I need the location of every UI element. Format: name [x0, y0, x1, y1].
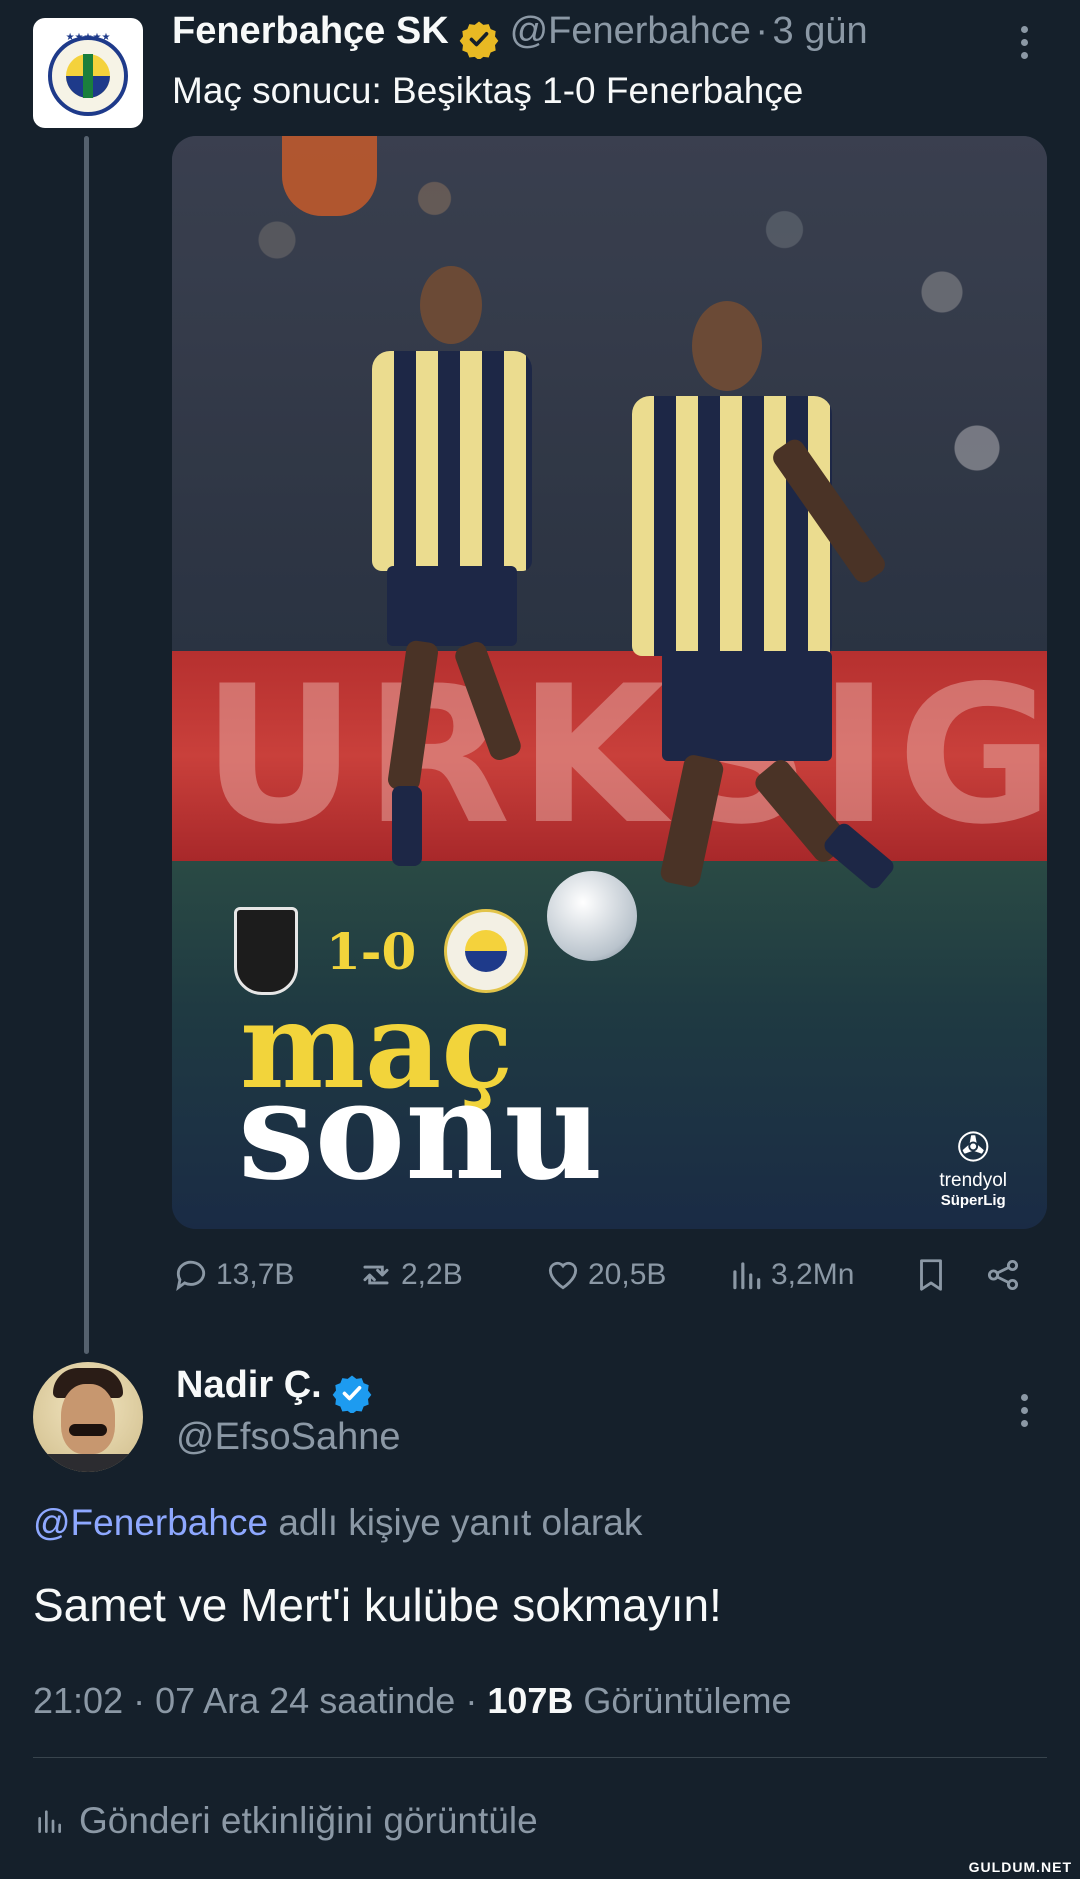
trendyol-mark-icon: ✇: [956, 1126, 990, 1170]
league-line1: trendyol: [939, 1170, 1007, 1191]
replying-to-line: @Fenerbahce adlı kişiye yanıt olarak: [33, 1502, 642, 1544]
league-line2: SüperLig: [940, 1192, 1006, 1209]
reply-author-name[interactable]: Nadir Ç.: [176, 1364, 322, 1406]
retweet-icon: [363, 1265, 389, 1285]
reply-views-label: Görüntüleme: [583, 1680, 792, 1721]
bookmark-icon: [920, 1259, 942, 1291]
bookmark-action[interactable]: [912, 1256, 950, 1294]
gold-verified-badge-icon: [459, 21, 499, 59]
retweet-action[interactable]: 2,2B: [357, 1256, 463, 1294]
share-icon: [987, 1259, 1019, 1291]
author-name[interactable]: Fenerbahçe SK: [172, 10, 449, 52]
author-handle[interactable]: @Fenerbahce: [510, 10, 751, 52]
reply-mention-link[interactable]: @Fenerbahce: [33, 1502, 268, 1543]
divider: [33, 1757, 1047, 1758]
reply-author-row: Nadir Ç.: [176, 1364, 372, 1413]
like-action[interactable]: 20,5B: [544, 1256, 666, 1294]
reply-action[interactable]: 13,7B: [172, 1256, 294, 1294]
reply-views-count: 107B: [487, 1680, 574, 1721]
retweet-count: 2,2B: [401, 1258, 463, 1291]
reply-to-suffix: adlı kişiye yanıt olarak: [278, 1502, 643, 1543]
fenerbahce-crest-icon: ★★★★★: [48, 32, 128, 116]
thread-line: [84, 136, 89, 1354]
reply-icon: [176, 1260, 206, 1292]
more-options-icon[interactable]: [1021, 20, 1028, 65]
svg-text:★★★★★: ★★★★★: [66, 32, 111, 43]
view-count: 3,2Mn: [771, 1258, 855, 1291]
flare-shape: [282, 136, 377, 216]
user-avatar[interactable]: [33, 1362, 143, 1472]
tweet-actions: 13,7B 2,2B 20,5B 3,2Mn: [172, 1256, 1042, 1308]
reply-text: Samet ve Mert'i kulübe sokmayın!: [33, 1579, 722, 1631]
reply-count: 13,7B: [216, 1258, 295, 1291]
player-right: [602, 301, 902, 1061]
tweet-media-image[interactable]: URKSIG 1-0 maç sonu ✇ trendyol SüperLig: [172, 136, 1047, 1229]
like-count: 20,5B: [588, 1258, 667, 1291]
analytics-icon: [733, 1262, 761, 1290]
post-activity-label: Gönderi etkinliğini görüntüle: [79, 1800, 538, 1841]
watermark: GULDUM.NET: [968, 1859, 1072, 1875]
tweet-text: Maç sonucu: Beşiktaş 1-0 Fenerbahçe: [172, 70, 804, 111]
post-activity-link[interactable]: Gönderi etkinliğini görüntüle: [33, 1800, 538, 1842]
reply-timestamp[interactable]: 21:02 · 07 Ara 24 saatinde ·: [33, 1680, 477, 1721]
views-action[interactable]: 3,2Mn: [727, 1256, 854, 1294]
tweet-header: Fenerbahçe SK @Fenerbahce · 3 gün: [172, 10, 868, 59]
time-separator: ·: [755, 10, 769, 52]
reply-meta: 21:02 · 07 Ara 24 saatinde · 107B Görünt…: [33, 1680, 792, 1722]
reply-author-handle[interactable]: @EfsoSahne: [176, 1416, 401, 1459]
reply-more-options-icon[interactable]: [1021, 1388, 1028, 1433]
blue-verified-badge-icon: [332, 1375, 372, 1413]
heart-icon: [548, 1261, 578, 1290]
league-logo: ✇ trendyol SüperLig: [939, 1126, 1007, 1209]
score-text: 1-0: [326, 921, 417, 981]
tweet-time[interactable]: 3 gün: [773, 10, 868, 52]
share-action[interactable]: [984, 1256, 1022, 1294]
headline-bottom: sonu: [238, 1051, 604, 1211]
football: [547, 871, 637, 961]
analytics-icon: [38, 1810, 61, 1833]
fenerbahce-avatar[interactable]: ★★★★★: [33, 18, 143, 128]
